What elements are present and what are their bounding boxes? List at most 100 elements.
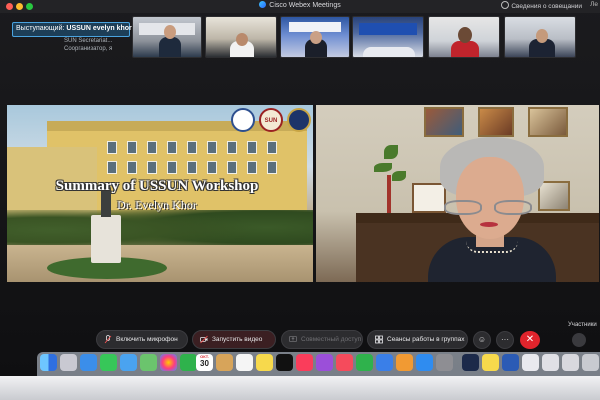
macos-dock: ОКТ. 30 xyxy=(37,352,600,376)
mail-icon[interactable] xyxy=(120,354,137,371)
pages-icon[interactable] xyxy=(396,354,413,371)
participants-button[interactable] xyxy=(572,333,586,347)
building-window xyxy=(107,141,117,154)
leaf xyxy=(392,171,406,181)
trash-icon[interactable] xyxy=(582,354,599,371)
reminders-icon[interactable] xyxy=(236,354,253,371)
start-video-button[interactable]: Запустить видео xyxy=(192,330,276,349)
university-emblem-icon xyxy=(231,108,255,132)
document-icon[interactable] xyxy=(542,354,559,371)
note-yellow-icon[interactable] xyxy=(482,354,499,371)
reactions-button[interactable]: ☺ xyxy=(473,331,491,349)
unmute-microphone-button[interactable]: Включить микрофон xyxy=(96,330,188,349)
speaker-role: Соорганизатор, я xyxy=(64,46,113,52)
webex-window: Cisco Webex Meetings Сведения о совещани… xyxy=(0,0,600,400)
leaf xyxy=(374,163,392,172)
start-video-label: Запустить видео xyxy=(212,336,263,343)
building-window xyxy=(267,141,277,154)
notes-icon[interactable] xyxy=(256,354,273,371)
messages-icon[interactable] xyxy=(100,354,117,371)
info-icon xyxy=(501,1,510,9)
sun-emblem-icon: SUN xyxy=(259,108,283,132)
wall-painting xyxy=(478,107,514,137)
maps-icon[interactable] xyxy=(140,354,157,371)
participant-thumbnail-3[interactable] xyxy=(280,16,350,58)
word-icon[interactable] xyxy=(502,354,519,371)
glasses-lens xyxy=(444,200,482,215)
participant-head xyxy=(310,31,322,44)
news-icon[interactable] xyxy=(336,354,353,371)
building-window xyxy=(247,141,257,154)
participant-thumbnail-1[interactable] xyxy=(132,16,202,58)
webex-icon[interactable] xyxy=(462,354,479,371)
contacts-icon[interactable] xyxy=(216,354,233,371)
building-window xyxy=(207,141,217,154)
facetime-icon[interactable] xyxy=(180,354,197,371)
participant-figure xyxy=(451,41,479,57)
speaker-lips xyxy=(480,222,498,227)
more-options-button[interactable]: ··· xyxy=(496,331,514,349)
speaker-prefix: Выступающий: xyxy=(16,25,65,32)
conference-table xyxy=(363,47,415,57)
shared-presentation[interactable]: SUN Summary of USSUN Workshop Dr. Evelyn… xyxy=(7,105,313,282)
participant-thumbnail-5[interactable] xyxy=(428,16,500,58)
unmute-label: Включить микрофон xyxy=(116,336,178,343)
app-title-text: Cisco Webex Meetings xyxy=(269,2,341,9)
speaker-video[interactable] xyxy=(316,105,599,282)
participant-thumbnail-4[interactable] xyxy=(352,16,424,58)
participant-figure xyxy=(159,37,181,57)
participants-label: Участники xyxy=(568,322,597,328)
glasses-lens xyxy=(494,200,532,215)
launchpad-icon[interactable] xyxy=(60,354,77,371)
presentation-title: Summary of USSUN Workshop xyxy=(55,178,259,194)
document-icon[interactable] xyxy=(562,354,579,371)
leave-meeting-button[interactable]: ✕ xyxy=(520,331,540,349)
display-bezel xyxy=(0,376,600,400)
close-icon: ✕ xyxy=(525,334,535,345)
share-screen-icon xyxy=(289,336,297,342)
meeting-info-label: Сведения о совещании xyxy=(511,3,582,10)
active-speaker-badge[interactable]: Выступающий: USSUN evelyn khor xyxy=(12,22,132,37)
breakout-label: Сеансы работы в группах xyxy=(387,336,465,343)
speaker-subtitle: SUN Secretariat... Соорганизатор, я xyxy=(64,37,112,53)
title-bar: Cisco Webex Meetings Сведения о совещани… xyxy=(0,0,600,13)
webex-logo-icon xyxy=(259,1,267,8)
podcasts-icon[interactable] xyxy=(316,354,333,371)
participant-head xyxy=(164,25,176,39)
photo-frame xyxy=(412,183,446,213)
tv-icon[interactable] xyxy=(276,354,293,371)
building-window xyxy=(107,161,117,174)
gear-icon[interactable] xyxy=(436,354,453,371)
music-icon[interactable] xyxy=(296,354,313,371)
meeting-info-button[interactable]: Сведения о совещании xyxy=(501,1,582,10)
leaf xyxy=(384,145,398,159)
calendar-icon[interactable]: ОКТ. 30 xyxy=(196,354,213,371)
breakout-sessions-button[interactable]: Сеансы работы в группах xyxy=(367,330,468,349)
document-icon[interactable] xyxy=(522,354,539,371)
building-window xyxy=(267,161,277,174)
share-button[interactable]: Совместный доступ xyxy=(281,330,363,349)
safari-icon[interactable] xyxy=(80,354,97,371)
sun-emblem-text: SUN xyxy=(264,118,278,124)
wall-painting xyxy=(538,181,570,211)
building-window xyxy=(207,161,217,174)
participant-thumbnail-6[interactable] xyxy=(504,16,576,58)
microphone-muted-icon xyxy=(104,335,112,344)
wall-painting xyxy=(424,107,464,137)
smiley-icon: ☺ xyxy=(477,335,487,344)
keynote-icon[interactable] xyxy=(376,354,393,371)
building-window xyxy=(247,161,257,174)
association-emblem-icon xyxy=(287,108,311,132)
numbers-icon[interactable] xyxy=(356,354,373,371)
building-window xyxy=(187,141,197,154)
finder-icon[interactable] xyxy=(40,354,57,371)
glasses xyxy=(444,200,536,216)
building-window xyxy=(147,161,157,174)
participant-thumbnail-2[interactable] xyxy=(205,16,277,58)
title-bar-right-truncated: Ле xyxy=(590,1,598,8)
app-store-icon[interactable] xyxy=(416,354,433,371)
photos-icon[interactable] xyxy=(160,354,177,371)
speaker-org: SUN Secretariat... xyxy=(64,38,113,44)
speaker-label: Выступающий: USSUN evelyn khor xyxy=(16,25,132,32)
breakout-icon xyxy=(375,335,383,344)
